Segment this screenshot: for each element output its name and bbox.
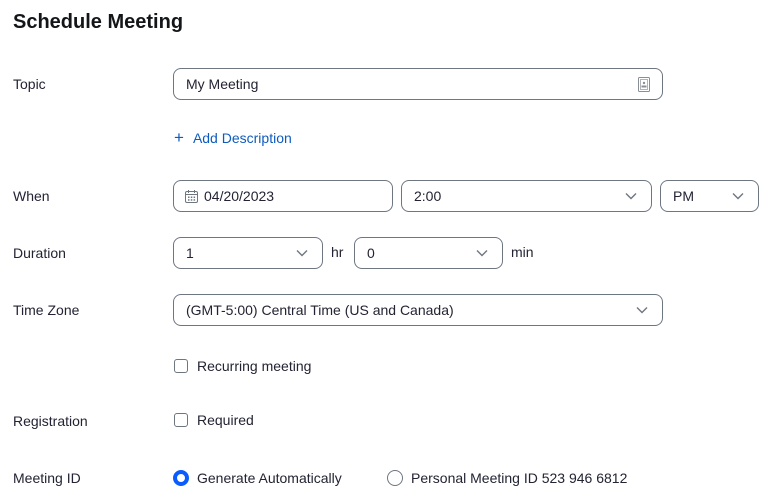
duration-minutes-value: 0 bbox=[367, 245, 375, 261]
topic-input[interactable]: My Meeting bbox=[173, 68, 663, 100]
add-description-label: Add Description bbox=[192, 130, 292, 146]
chevron-down-icon bbox=[468, 249, 496, 257]
time-value: 2:00 bbox=[414, 188, 442, 204]
add-description-link[interactable]: + Add Description bbox=[174, 128, 292, 147]
topic-value: My Meeting bbox=[186, 76, 259, 92]
calendar-icon bbox=[185, 189, 198, 203]
page-title: Schedule Meeting bbox=[13, 11, 184, 33]
radio-unselected-icon[interactable] bbox=[387, 470, 403, 486]
timezone-label: Time Zone bbox=[13, 302, 80, 318]
timezone-value: (GMT-5:00) Central Time (US and Canada) bbox=[186, 302, 454, 318]
topic-label: Topic bbox=[13, 76, 46, 92]
duration-hours-select[interactable]: 1 bbox=[173, 237, 323, 269]
radio-selected-icon[interactable] bbox=[173, 470, 189, 486]
meeting-id-label: Meeting ID bbox=[13, 470, 81, 486]
duration-label: Duration bbox=[13, 245, 66, 261]
contact-card-icon[interactable] bbox=[638, 76, 650, 92]
registration-required-label: Required bbox=[197, 412, 254, 428]
plus-icon: + bbox=[174, 128, 184, 147]
generate-automatically-radio[interactable]: Generate Automatically bbox=[173, 470, 342, 486]
date-value: 04/20/2023 bbox=[204, 188, 275, 204]
timezone-select[interactable]: (GMT-5:00) Central Time (US and Canada) bbox=[173, 294, 663, 326]
checkbox-box[interactable] bbox=[174, 359, 188, 373]
duration-hours-value: 1 bbox=[186, 245, 194, 261]
personal-meeting-id-radio[interactable]: Personal Meeting ID 523 946 6812 bbox=[387, 470, 627, 486]
ampm-select[interactable]: PM bbox=[660, 180, 759, 212]
recurring-meeting-checkbox[interactable]: Recurring meeting bbox=[174, 358, 311, 374]
personal-meeting-id-label: Personal Meeting ID 523 946 6812 bbox=[411, 470, 628, 486]
time-select[interactable]: 2:00 bbox=[401, 180, 652, 212]
chevron-down-icon bbox=[288, 249, 316, 257]
checkbox-box[interactable] bbox=[174, 413, 188, 427]
chevron-down-icon bbox=[628, 306, 656, 314]
recurring-meeting-label: Recurring meeting bbox=[197, 358, 312, 374]
chevron-down-icon bbox=[617, 192, 645, 200]
duration-minutes-select[interactable]: 0 bbox=[354, 237, 503, 269]
hours-unit-label: hr bbox=[331, 244, 344, 260]
registration-required-checkbox[interactable]: Required bbox=[174, 412, 254, 428]
registration-label: Registration bbox=[13, 413, 88, 429]
when-label: When bbox=[13, 188, 50, 204]
generate-automatically-label: Generate Automatically bbox=[197, 470, 342, 486]
chevron-down-icon bbox=[724, 192, 752, 200]
minutes-unit-label: min bbox=[511, 244, 534, 260]
date-picker[interactable]: 04/20/2023 bbox=[173, 180, 393, 212]
ampm-value: PM bbox=[673, 188, 694, 204]
